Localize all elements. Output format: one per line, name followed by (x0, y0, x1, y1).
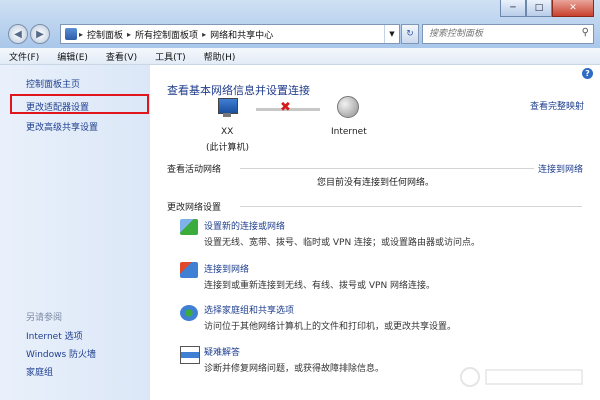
menu-file[interactable]: 文件(F) (0, 50, 48, 63)
divider (240, 168, 534, 169)
connect-to-network-link[interactable]: 连接到网络 (538, 162, 583, 175)
watermark-logo-icon (460, 367, 583, 387)
help-icon[interactable]: ? (582, 68, 593, 79)
breadcrumb-network-center[interactable]: 网络和共享中心 (206, 28, 277, 41)
computer-name: XX (221, 127, 234, 137)
minimize-button[interactable]: ─ (500, 0, 526, 17)
network-setup-icon (180, 219, 198, 235)
computer-icon (214, 98, 240, 118)
task-connect-network-link[interactable]: 连接到网络 (204, 262, 249, 275)
menu-bar: 文件(F) 编辑(E) 查看(V) 工具(T) 帮助(H) (0, 48, 600, 65)
menu-tools[interactable]: 工具(T) (146, 50, 195, 63)
breadcrumb-control-panel[interactable]: 控制面板 (83, 28, 127, 41)
homegroup-icon (180, 305, 198, 321)
refresh-button[interactable]: ↻ (401, 24, 419, 44)
divider (240, 206, 582, 207)
address-dropdown-button[interactable]: ▼ (384, 25, 399, 43)
computer-sub-label: (此计算机) (206, 143, 250, 153)
sidebar-item-internet-options[interactable]: Internet 选项 (26, 329, 83, 342)
sidebar-item-windows-firewall[interactable]: Windows 防火墙 (26, 347, 96, 360)
sidebar-item-control-panel-home[interactable]: 控制面板主页 (26, 77, 80, 90)
forward-arrow-icon: ▶ (36, 28, 44, 40)
close-button[interactable]: ✕ (552, 0, 594, 17)
chevron-down-icon: ▼ (389, 30, 395, 38)
menu-edit[interactable]: 编辑(E) (48, 50, 97, 63)
task-setup-connection-link[interactable]: 设置新的连接或网络 (204, 219, 285, 232)
highlight-box (10, 94, 149, 114)
address-bar[interactable]: ▸ 控制面板 ▸ 所有控制面板项 ▸ 网络和共享中心 ▼ (60, 24, 400, 44)
search-icon[interactable]: ⚲ (582, 27, 589, 38)
search-input[interactable] (423, 28, 571, 40)
refresh-icon: ↻ (406, 29, 414, 39)
change-settings-title: 更改网络设置 (167, 203, 222, 213)
control-panel-icon (65, 28, 77, 40)
internet-label: Internet (331, 127, 367, 137)
menu-view[interactable]: 查看(V) (97, 50, 146, 63)
internet-globe-icon (337, 96, 359, 118)
back-arrow-icon: ◀ (14, 28, 22, 40)
task-homegroup-link[interactable]: 选择家庭组和共享选项 (204, 303, 294, 316)
back-button[interactable]: ◀ (8, 24, 28, 44)
search-box: ⚲ (422, 24, 594, 44)
sidebar-item-homegroup[interactable]: 家庭组 (26, 365, 53, 378)
view-full-map-link[interactable]: 查看完整映射 (530, 99, 584, 112)
forward-button[interactable]: ▶ (30, 24, 50, 44)
connect-network-icon (180, 262, 198, 278)
maximize-button[interactable]: □ (526, 0, 552, 17)
active-networks-title: 查看活动网络 (167, 165, 222, 175)
breadcrumb-all-items[interactable]: 所有控制面板项 (131, 28, 202, 41)
task-connect-network-desc: 连接到或重新连接到无线、有线、拨号或 VPN 网络连接。 (204, 281, 436, 291)
window-controls: ─ □ ✕ (500, 0, 594, 17)
see-also-title: 另请参阅 (26, 313, 63, 323)
menu-help[interactable]: 帮助(H) (195, 50, 245, 63)
page-title: 查看基本网络信息并设置连接 (167, 84, 310, 97)
disconnected-x-icon: ✖ (280, 100, 291, 115)
task-troubleshoot-link[interactable]: 疑难解答 (204, 345, 240, 358)
sidebar-item-advanced-sharing[interactable]: 更改高级共享设置 (26, 120, 98, 133)
task-homegroup-desc: 访问位于其他网络计算机上的文件和打印机，或更改共享设置。 (204, 322, 457, 332)
task-troubleshoot-desc: 诊断并修复网络问题，或获得故障排除信息。 (204, 364, 385, 374)
task-setup-connection-desc: 设置无线、宽带、拨号、临时或 VPN 连接；或设置路由器或访问点。 (204, 238, 481, 248)
troubleshoot-icon (180, 346, 200, 364)
no-connection-status: 您目前没有连接到任何网络。 (317, 178, 435, 188)
